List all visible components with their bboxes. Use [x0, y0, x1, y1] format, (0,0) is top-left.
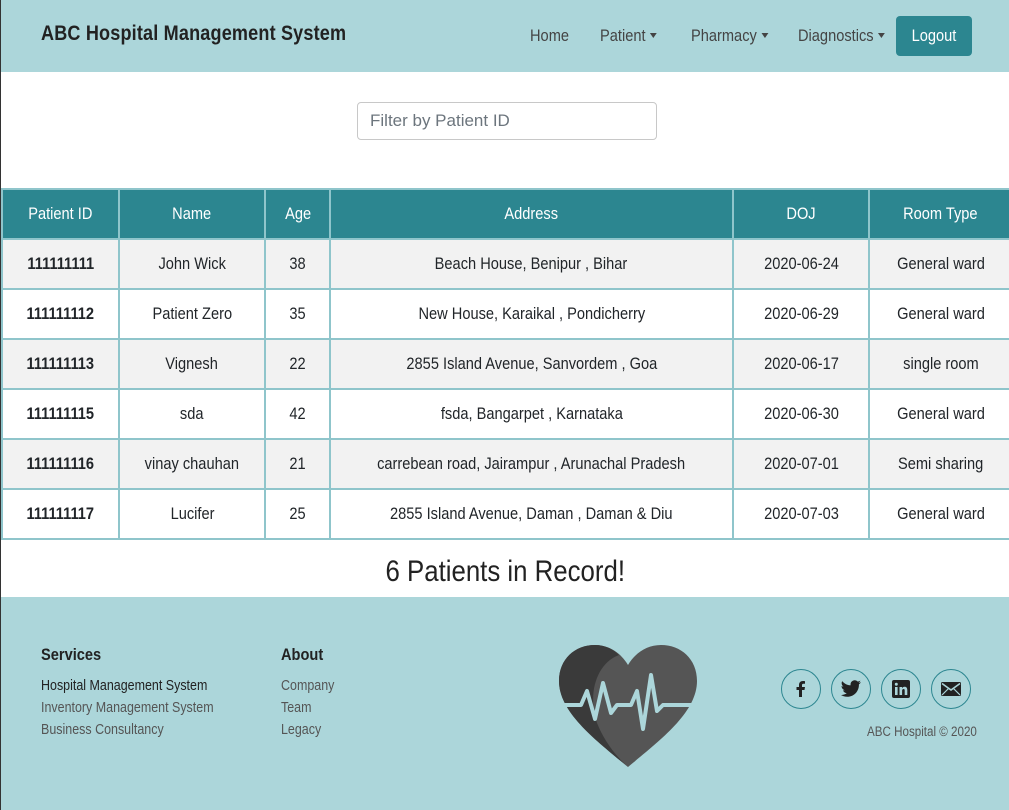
age-cell: 25: [264, 488, 332, 540]
room-type-cell: General ward: [868, 388, 1009, 440]
doj-cell: 2020-07-03: [731, 488, 871, 540]
column-header: DOJ: [731, 188, 871, 240]
address-cell: carrebean road, Jairampur , Arunachal Pr…: [329, 438, 734, 490]
patient-id-filter-input[interactable]: [357, 102, 657, 140]
heart-pulse-logo-icon: [557, 645, 699, 767]
name-cell: sda: [117, 388, 267, 440]
facebook-icon: [796, 681, 805, 697]
column-header: Patient ID: [1, 188, 120, 240]
address-cell: 2855 Island Avenue, Daman , Daman & Diu: [329, 488, 734, 540]
column-header: Name: [117, 188, 267, 240]
age-cell: 22: [264, 338, 332, 390]
name-cell: Patient Zero: [117, 288, 267, 340]
patient-id-cell: 111111111: [1, 238, 120, 290]
patient-id-cell: 111111113: [1, 338, 120, 390]
age-cell: 42: [264, 388, 332, 440]
table-row: 111111115 sda 42 fsda, Bangarpet , Karna…: [1, 388, 1009, 440]
linkedin-button[interactable]: [881, 669, 921, 709]
mail-button[interactable]: [931, 669, 971, 709]
nav-patient-label: Patient: [600, 26, 646, 45]
twitter-icon: [840, 680, 861, 697]
age-cell: 35: [264, 288, 332, 340]
footer: Services Hospital Management System Inve…: [1, 597, 1009, 810]
name-cell: John Wick: [117, 238, 267, 290]
room-type-cell: Semi sharing: [868, 438, 1009, 490]
navbar: ABC Hospital Management System Home Pati…: [1, 0, 1009, 72]
logout-button[interactable]: Logout: [896, 16, 972, 56]
doj-cell: 2020-06-17: [731, 338, 871, 390]
room-type-cell: General ward: [868, 238, 1009, 290]
patient-id-cell: 111111116: [1, 438, 120, 490]
name-cell: Lucifer: [117, 488, 267, 540]
patient-id-cell: 111111112: [1, 288, 120, 340]
column-header: Address: [329, 188, 734, 240]
patient-id-cell: 111111115: [1, 388, 120, 440]
about-column: About Company Team Legacy: [281, 645, 343, 741]
brand-title[interactable]: ABC Hospital Management System: [41, 22, 346, 46]
nav-patient-dropdown[interactable]: Patient: [600, 26, 657, 46]
facebook-button[interactable]: [781, 669, 821, 709]
room-type-cell: General ward: [868, 488, 1009, 540]
room-type-cell: General ward: [868, 288, 1009, 340]
table-row: 111111117 Lucifer 25 2855 Island Avenue,…: [1, 488, 1009, 540]
caret-down-icon: [649, 33, 657, 39]
patient-count-summary: 6 Patients in Record!: [385, 555, 626, 588]
nav-home[interactable]: Home: [530, 26, 569, 46]
services-column: Services Hospital Management System Inve…: [41, 645, 242, 741]
column-header: Age: [264, 188, 332, 240]
name-cell: vinay chauhan: [117, 438, 267, 490]
age-cell: 38: [264, 238, 332, 290]
about-heading: About: [281, 645, 324, 664]
twitter-button[interactable]: [831, 669, 871, 709]
room-type-cell: single room: [868, 338, 1009, 390]
patients-table: Patient ID Name Age Address DOJ Room Typ…: [1, 188, 1009, 540]
about-link[interactable]: Team: [281, 697, 334, 719]
services-link[interactable]: Inventory Management System: [41, 697, 214, 719]
address-cell: 2855 Island Avenue, Sanvordem , Goa: [329, 338, 734, 390]
nav-pharmacy-dropdown[interactable]: Pharmacy: [691, 26, 768, 46]
copyright-text: ABC Hospital © 2020: [867, 724, 977, 739]
address-cell: fsda, Bangarpet , Karnataka: [329, 388, 734, 440]
about-link[interactable]: Company: [281, 675, 334, 697]
table-row: 111111116 vinay chauhan 21 carrebean roa…: [1, 438, 1009, 490]
table-header-row: Patient ID Name Age Address DOJ Room Typ…: [1, 188, 1009, 240]
doj-cell: 2020-06-29: [731, 288, 871, 340]
age-cell: 21: [264, 438, 332, 490]
doj-cell: 2020-06-24: [731, 238, 871, 290]
logout-label: Logout: [911, 26, 957, 45]
caret-down-icon: [761, 33, 768, 39]
nav-home-label: Home: [530, 26, 570, 45]
nav-diagnostics-dropdown[interactable]: Diagnostics: [798, 26, 885, 46]
doj-cell: 2020-07-01: [731, 438, 871, 490]
linkedin-icon: [892, 680, 910, 698]
services-heading: Services: [41, 645, 102, 664]
services-link[interactable]: Business Consultancy: [41, 719, 214, 741]
mail-icon: [941, 682, 961, 696]
table-row: 111111112 Patient Zero 35 New House, Kar…: [1, 288, 1009, 340]
doj-cell: 2020-06-30: [731, 388, 871, 440]
column-header: Room Type: [868, 188, 1009, 240]
nav-diagnostics-label: Diagnostics: [798, 26, 874, 45]
address-cell: Beach House, Benipur , Bihar: [329, 238, 734, 290]
patient-id-cell: 111111117: [1, 488, 120, 540]
about-link[interactable]: Legacy: [281, 719, 334, 741]
table-row: 111111111 John Wick 38 Beach House, Beni…: [1, 238, 1009, 290]
address-cell: New House, Karaikal , Pondicherry: [329, 288, 734, 340]
services-link[interactable]: Hospital Management System: [41, 675, 214, 697]
name-cell: Vignesh: [117, 338, 267, 390]
table-row: 111111113 Vignesh 22 2855 Island Avenue,…: [1, 338, 1009, 390]
caret-down-icon: [877, 33, 885, 39]
nav-pharmacy-label: Pharmacy: [691, 26, 757, 45]
